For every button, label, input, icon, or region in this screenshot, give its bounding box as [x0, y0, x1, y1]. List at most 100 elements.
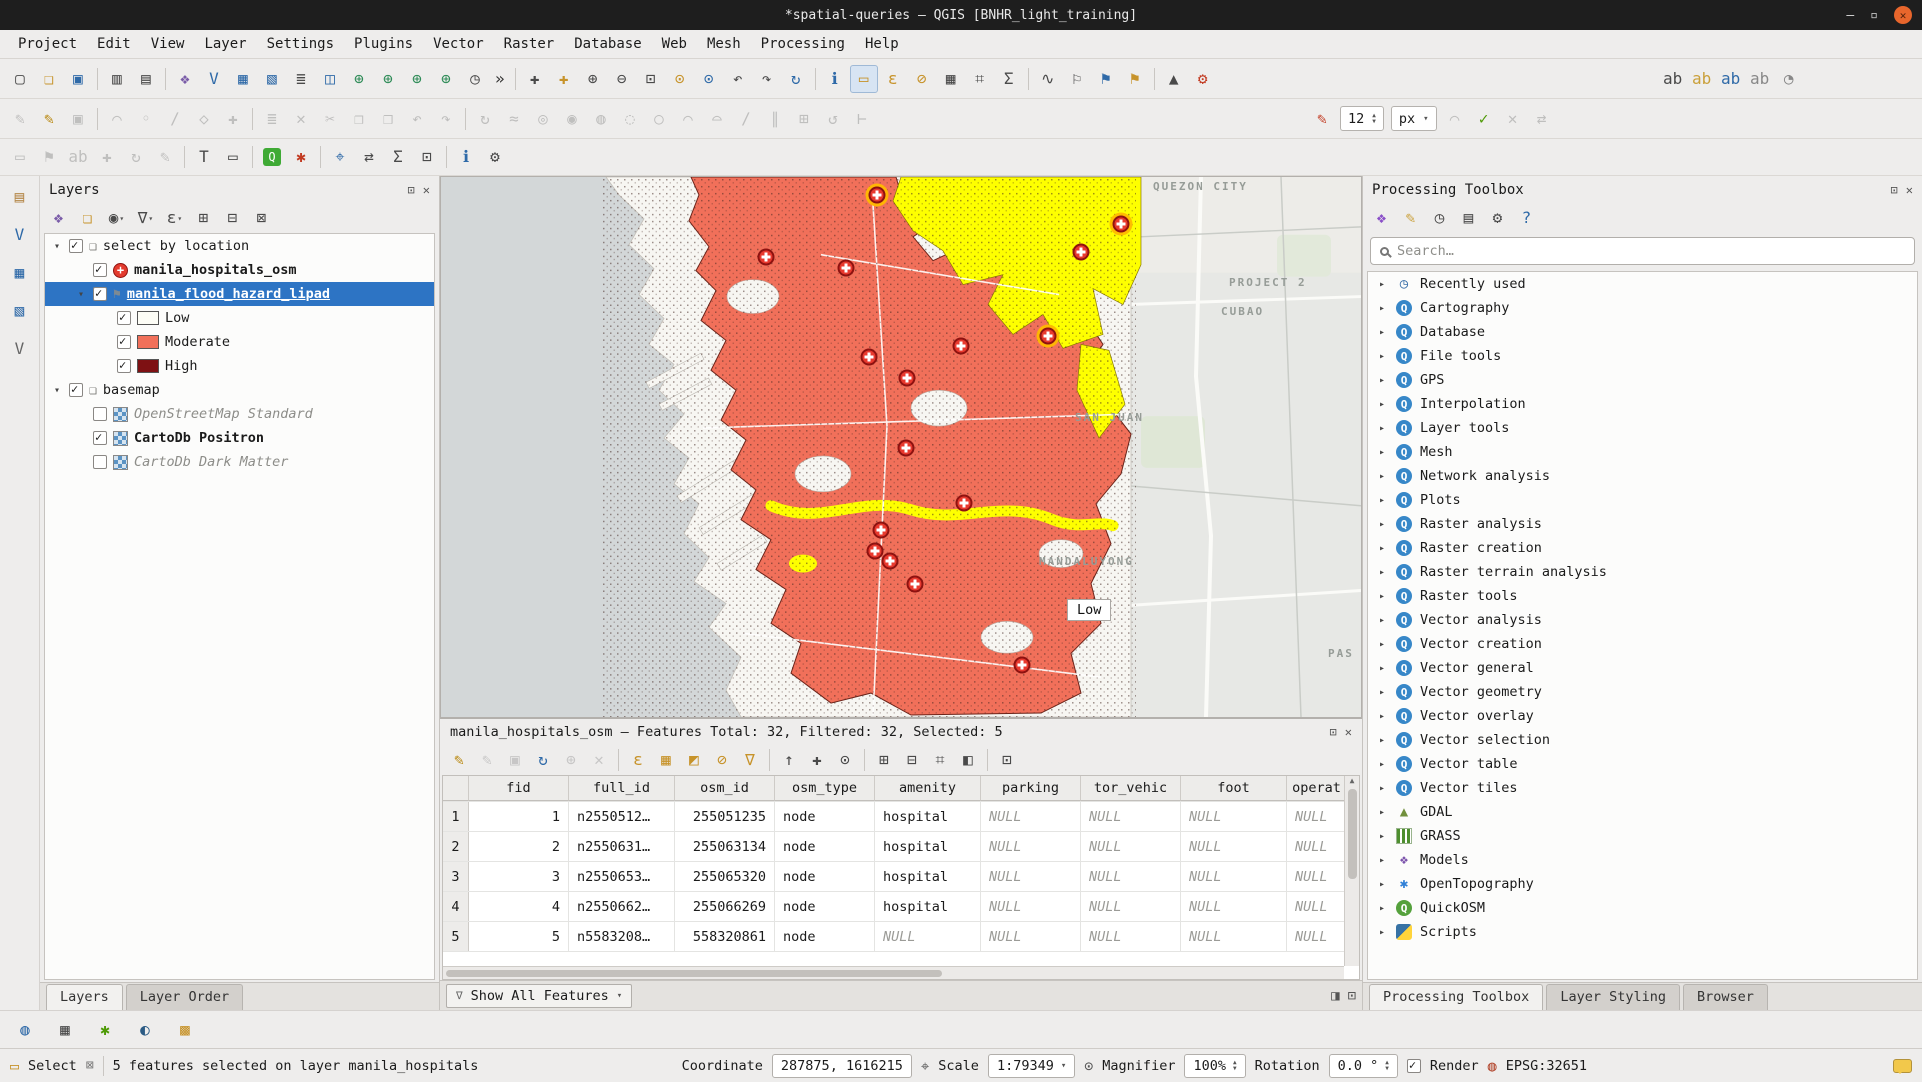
- layer-labeling-options-button[interactable]: ab: [1659, 65, 1687, 93]
- save-edits-button[interactable]: ▣: [502, 747, 528, 773]
- add-part-button[interactable]: ◉: [558, 105, 586, 133]
- style-manager-button[interactable]: ❖: [171, 65, 199, 93]
- table-cell[interactable]: hospital: [875, 802, 981, 831]
- tab-layer-order[interactable]: Layer Order: [125, 984, 244, 1010]
- table-cell[interactable]: NULL: [1181, 802, 1287, 831]
- add-polygon-feature-button[interactable]: ◇: [190, 105, 218, 133]
- crs-status-icon[interactable]: ◍: [1488, 1057, 1497, 1075]
- layer-group-select-by-location[interactable]: ▾ ❏ select by location: [45, 234, 434, 258]
- expander-closed-icon[interactable]: ▸: [1376, 399, 1388, 410]
- float-panel-icon[interactable]: ⊡: [1891, 183, 1898, 197]
- show-statistical-summary-button[interactable]: Σ: [995, 65, 1023, 93]
- processing-group-vector-selection[interactable]: ▸ Q Vector selection: [1368, 728, 1917, 752]
- select-features-button[interactable]: ▭: [849, 64, 878, 93]
- table-cell[interactable]: NULL: [1287, 862, 1347, 891]
- python-console-button[interactable]: ◐: [132, 1017, 158, 1043]
- add-raster-layer-button[interactable]: ▦: [229, 65, 257, 93]
- add-postgis-layer-button[interactable]: ◫: [316, 65, 344, 93]
- expander-closed-icon[interactable]: ▸: [1376, 591, 1388, 602]
- expander-closed-icon[interactable]: ▸: [1376, 447, 1388, 458]
- column-header-amenity[interactable]: amenity: [875, 776, 981, 801]
- expander-closed-icon[interactable]: ▸: [1376, 903, 1388, 914]
- simplify-feature-button[interactable]: ≈: [500, 105, 528, 133]
- layer-item-openstreetmap-standard[interactable]: OpenStreetMap Standard: [45, 402, 434, 426]
- add-group-button[interactable]: ❏: [75, 206, 100, 231]
- menu-vector[interactable]: Vector: [423, 33, 494, 55]
- point-in-polygon-button[interactable]: ⊡: [413, 143, 441, 171]
- new-field-button[interactable]: ⊞: [871, 747, 897, 773]
- processing-group-models[interactable]: ▸ ❖ Models: [1368, 848, 1917, 872]
- expander-closed-icon[interactable]: ▸: [1376, 711, 1388, 722]
- render-checkbox[interactable]: [1406, 1058, 1421, 1073]
- multi-edit-button[interactable]: ✎: [474, 747, 500, 773]
- move-label-button[interactable]: ✚: [93, 143, 121, 171]
- toggle-editing-button[interactable]: ✎: [35, 105, 63, 133]
- quickosm-search-button[interactable]: Q: [258, 143, 286, 171]
- table-cell[interactable]: n2550662…: [569, 892, 675, 921]
- label-discard-button[interactable]: ✕: [1499, 105, 1527, 133]
- expander-closed-icon[interactable]: ▸: [1376, 831, 1388, 842]
- row-number[interactable]: 2: [443, 832, 469, 861]
- table-cell[interactable]: NULL: [981, 802, 1081, 831]
- expander-closed-icon[interactable]: ▸: [1376, 543, 1388, 554]
- add-mesh-layer-button[interactable]: ▧: [258, 65, 286, 93]
- processing-group-file-tools[interactable]: ▸ Q File tools: [1368, 344, 1917, 368]
- history-button[interactable]: ◷: [1427, 206, 1452, 231]
- processing-group-quickosm[interactable]: ▸ Q QuickOSM: [1368, 896, 1917, 920]
- menu-project[interactable]: Project: [8, 33, 87, 55]
- table-cell[interactable]: 255066269: [675, 892, 775, 921]
- legend-checkbox[interactable]: [117, 358, 131, 373]
- zoom-last-button[interactable]: ↶: [724, 65, 752, 93]
- zoom-next-button[interactable]: ↷: [753, 65, 781, 93]
- table-cell[interactable]: NULL: [1081, 922, 1181, 951]
- expand-all-button[interactable]: ⊞: [191, 206, 216, 231]
- expander-closed-icon[interactable]: ▸: [1376, 639, 1388, 650]
- filter-legend-button[interactable]: ∇ ▾: [133, 206, 158, 231]
- column-header-osm-id[interactable]: osm_id: [675, 776, 775, 801]
- delete-part-button[interactable]: ○: [645, 105, 673, 133]
- processing-group-gps[interactable]: ▸ Q GPS: [1368, 368, 1917, 392]
- processing-group-database[interactable]: ▸ Q Database: [1368, 320, 1917, 344]
- table-cell[interactable]: NULL: [981, 832, 1081, 861]
- processing-group-raster-creation[interactable]: ▸ Q Raster creation: [1368, 536, 1917, 560]
- expander-closed-icon[interactable]: ▸: [1376, 927, 1388, 938]
- expander-closed-icon[interactable]: ▸: [1376, 807, 1388, 818]
- hospital-marker[interactable]: [955, 494, 973, 512]
- sum-line-length-button[interactable]: Σ: [384, 143, 412, 171]
- zoom-to-layer-button[interactable]: ⊙: [695, 65, 723, 93]
- processing-group-gdal[interactable]: ▸ ▲ GDAL: [1368, 800, 1917, 824]
- maximize-icon[interactable]: ▫: [1870, 8, 1878, 23]
- qgis-globe-button[interactable]: ◍: [12, 1017, 38, 1043]
- metasearch-info-button[interactable]: ℹ: [452, 143, 480, 171]
- processing-group-scripts[interactable]: ▸ Scripts: [1368, 920, 1917, 944]
- undo-button[interactable]: ↶: [403, 105, 431, 133]
- processing-group-vector-creation[interactable]: ▸ Q Vector creation: [1368, 632, 1917, 656]
- hospital-marker[interactable]: [881, 552, 899, 570]
- legend-item-low[interactable]: Low: [45, 306, 434, 330]
- refresh-map-button[interactable]: ↻: [782, 65, 810, 93]
- label-curve-button[interactable]: ⌒: [1441, 105, 1469, 133]
- reshape-features-button[interactable]: ⌒: [674, 105, 702, 133]
- add-delimited-text-layer-button[interactable]: ≣: [287, 65, 315, 93]
- expander-closed-icon[interactable]: ▸: [1376, 879, 1388, 890]
- current-edits-button[interactable]: ✎: [6, 105, 34, 133]
- add-feature-button[interactable]: ⊕: [558, 747, 584, 773]
- float-panel-icon[interactable]: ⊡: [408, 183, 415, 197]
- layer-item-manila-flood-hazard-lipad[interactable]: ▾ ⚑ manila_flood_hazard_lipad: [45, 282, 434, 306]
- table-cell[interactable]: n2550512…: [569, 802, 675, 831]
- processing-group-mesh[interactable]: ▸ Q Mesh: [1368, 440, 1917, 464]
- hospital-marker[interactable]: [952, 337, 970, 355]
- vertex-tool-button[interactable]: ✚: [219, 105, 247, 133]
- add-wfs-layer-button[interactable]: ⊕: [403, 65, 431, 93]
- table-cell[interactable]: node: [775, 892, 875, 921]
- table-cell[interactable]: node: [775, 832, 875, 861]
- processing-group-interpolation[interactable]: ▸ Q Interpolation: [1368, 392, 1917, 416]
- hospital-marker-selected[interactable]: [1039, 327, 1057, 345]
- table-cell[interactable]: 255063134: [675, 832, 775, 861]
- remove-layer-button[interactable]: ⊠: [249, 206, 274, 231]
- table-cell[interactable]: 558320861: [675, 922, 775, 951]
- table-cell[interactable]: NULL: [1081, 832, 1181, 861]
- hospital-marker[interactable]: [906, 575, 924, 593]
- spinner-arrows[interactable]: ▲ ▼: [1372, 112, 1376, 125]
- tab-browser[interactable]: Browser: [1682, 984, 1768, 1010]
